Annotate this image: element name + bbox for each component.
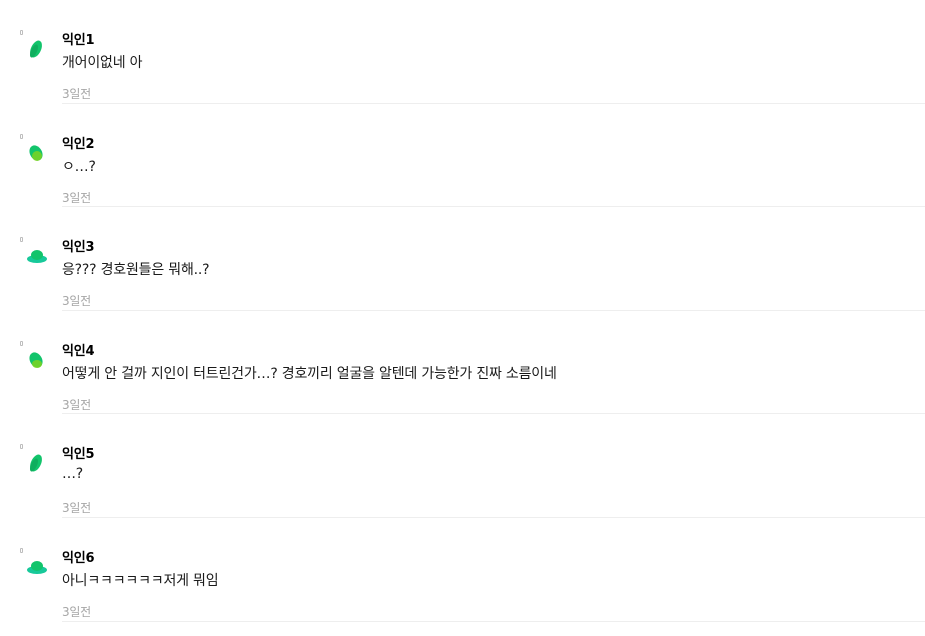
comment-text: 아니ㅋㅋㅋㅋㅋㅋ저게 뭐임: [62, 572, 219, 589]
divider: [62, 620, 925, 622]
comment-list: 익인1 개어이없네 아 3일전 익인2 ㅇ…? 3일전 익인3 응??? 경호원…: [0, 0, 925, 622]
avatar[interactable]: [20, 547, 50, 582]
comment-text: ㅇ…?: [62, 158, 96, 175]
avatar[interactable]: [20, 30, 50, 64]
comment-author: 익인4: [62, 343, 95, 359]
comment-text: 어떻게 안 걸까 지인이 터트린건가…? 경호끼리 얼굴을 알텐데 가능한가 진…: [62, 365, 557, 382]
avatar[interactable]: [20, 444, 50, 478]
comment-text: 응??? 경호원들은 뭐해..?: [62, 262, 210, 279]
comment-item: 익인4 어떻게 안 걸까 지인이 터트린건가…? 경호끼리 얼굴을 알텐데 가능…: [0, 311, 925, 415]
comment-text: …?: [62, 466, 84, 483]
green-leaf-icon: [29, 145, 43, 161]
comment-text: 개어이없네 아: [62, 55, 143, 71]
comment-time: 3일전: [62, 87, 91, 101]
comment-item: 익인5 …? 3일전: [0, 414, 925, 518]
badge-dot-icon: [20, 237, 23, 243]
comment-time: 3일전: [62, 294, 91, 309]
comment-time: 3일전: [62, 604, 91, 619]
comment-time: 3일전: [62, 397, 91, 412]
green-leaf-icon: [29, 352, 43, 368]
green-hat-icon: [27, 250, 47, 264]
badge-dot-icon: [20, 444, 23, 450]
comment-item: 익인6 아니ㅋㅋㅋㅋㅋㅋ저게 뭐임 3일전: [0, 518, 925, 622]
comment-time: 3일전: [62, 501, 91, 516]
badge-dot-icon: [20, 340, 23, 346]
comment-time: 3일전: [62, 190, 91, 205]
green-leaf-icon: [29, 40, 42, 58]
badge-dot-icon: [20, 547, 23, 553]
comment-item: 익인1 개어이없네 아 3일전: [0, 0, 925, 104]
avatar[interactable]: [20, 133, 50, 168]
comment-author: 익인2: [62, 136, 95, 152]
avatar[interactable]: [20, 237, 50, 271]
comment-author: 익인5: [62, 447, 95, 463]
comment-author: 익인1: [62, 33, 95, 48]
green-hat-icon: [27, 560, 47, 574]
badge-dot-icon: [20, 30, 23, 35]
comment-author: 익인3: [62, 240, 95, 256]
avatar[interactable]: [20, 340, 50, 375]
comment-item: 익인3 응??? 경호원들은 뭐해..? 3일전: [0, 207, 925, 311]
comment-author: 익인6: [62, 550, 95, 566]
badge-dot-icon: [20, 133, 23, 139]
comment-item: 익인2 ㅇ…? 3일전: [0, 104, 925, 208]
green-leaf-icon: [29, 454, 42, 472]
